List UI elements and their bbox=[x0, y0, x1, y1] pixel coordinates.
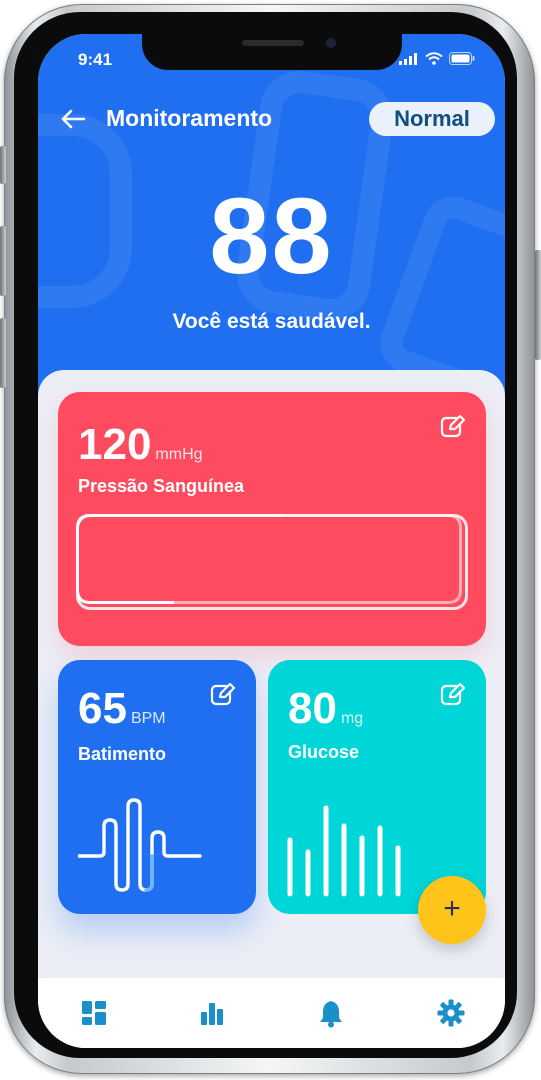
glucose-unit: mg bbox=[340, 710, 364, 727]
side-button-volume-down bbox=[0, 318, 6, 388]
blood-pressure-value-row: 120 mmHg bbox=[78, 420, 203, 480]
heart-rate-unit: BPM bbox=[130, 710, 166, 727]
side-button-volume-up bbox=[0, 226, 6, 296]
heart-rate-value: 65 bbox=[78, 684, 127, 733]
glucose-value-row: 80 mg bbox=[288, 684, 363, 744]
chart-icon[interactable] bbox=[197, 998, 227, 1028]
glucose-value: 80 bbox=[288, 684, 337, 733]
heart-rate-label: Batimento bbox=[78, 744, 167, 764]
blood-pressure-wave bbox=[76, 514, 468, 610]
back-arrow-icon[interactable] bbox=[58, 104, 88, 134]
gear-icon[interactable] bbox=[436, 998, 466, 1028]
side-button-power bbox=[535, 250, 541, 360]
blood-pressure-value: 120 bbox=[78, 420, 152, 469]
status-icons bbox=[399, 52, 475, 65]
wifi-icon bbox=[425, 52, 443, 65]
edit-icon[interactable] bbox=[440, 414, 466, 440]
wave-progress bbox=[76, 514, 462, 604]
edit-icon[interactable] bbox=[440, 682, 466, 708]
speaker bbox=[242, 40, 304, 46]
battery-icon bbox=[449, 52, 475, 65]
notch bbox=[142, 34, 402, 70]
heartbeat-wave bbox=[78, 798, 202, 892]
app-screen: 9:41 Monitoramento Normal 88 Você está s… bbox=[38, 34, 505, 1048]
camera bbox=[326, 38, 336, 48]
glucose-bars bbox=[287, 805, 401, 897]
blood-pressure-unit: mmHg bbox=[155, 446, 203, 463]
bell-icon[interactable] bbox=[316, 998, 346, 1028]
health-message: Você está saudável. bbox=[172, 310, 371, 333]
add-button[interactable]: + bbox=[418, 876, 486, 944]
heart-rate-value-row: 65 BPM bbox=[78, 684, 166, 744]
status-badge: Normal bbox=[369, 102, 495, 136]
heart-rate-card[interactable]: 65 BPM Batimento bbox=[58, 660, 256, 914]
bottom-nav bbox=[38, 978, 505, 1048]
blood-pressure-card[interactable]: 120 mmHg Pressão Sanguínea bbox=[58, 392, 486, 646]
side-button-silent bbox=[0, 146, 6, 184]
edit-icon[interactable] bbox=[210, 682, 236, 708]
glucose-label: Glucose bbox=[288, 742, 360, 762]
signal-icon bbox=[399, 52, 417, 65]
health-score: 88 bbox=[209, 175, 334, 296]
blood-pressure-label: Pressão Sanguínea bbox=[78, 476, 245, 496]
dashboard-icon[interactable] bbox=[79, 998, 109, 1028]
page-title: Monitoramento bbox=[106, 105, 273, 131]
status-time: 9:41 bbox=[78, 50, 113, 69]
